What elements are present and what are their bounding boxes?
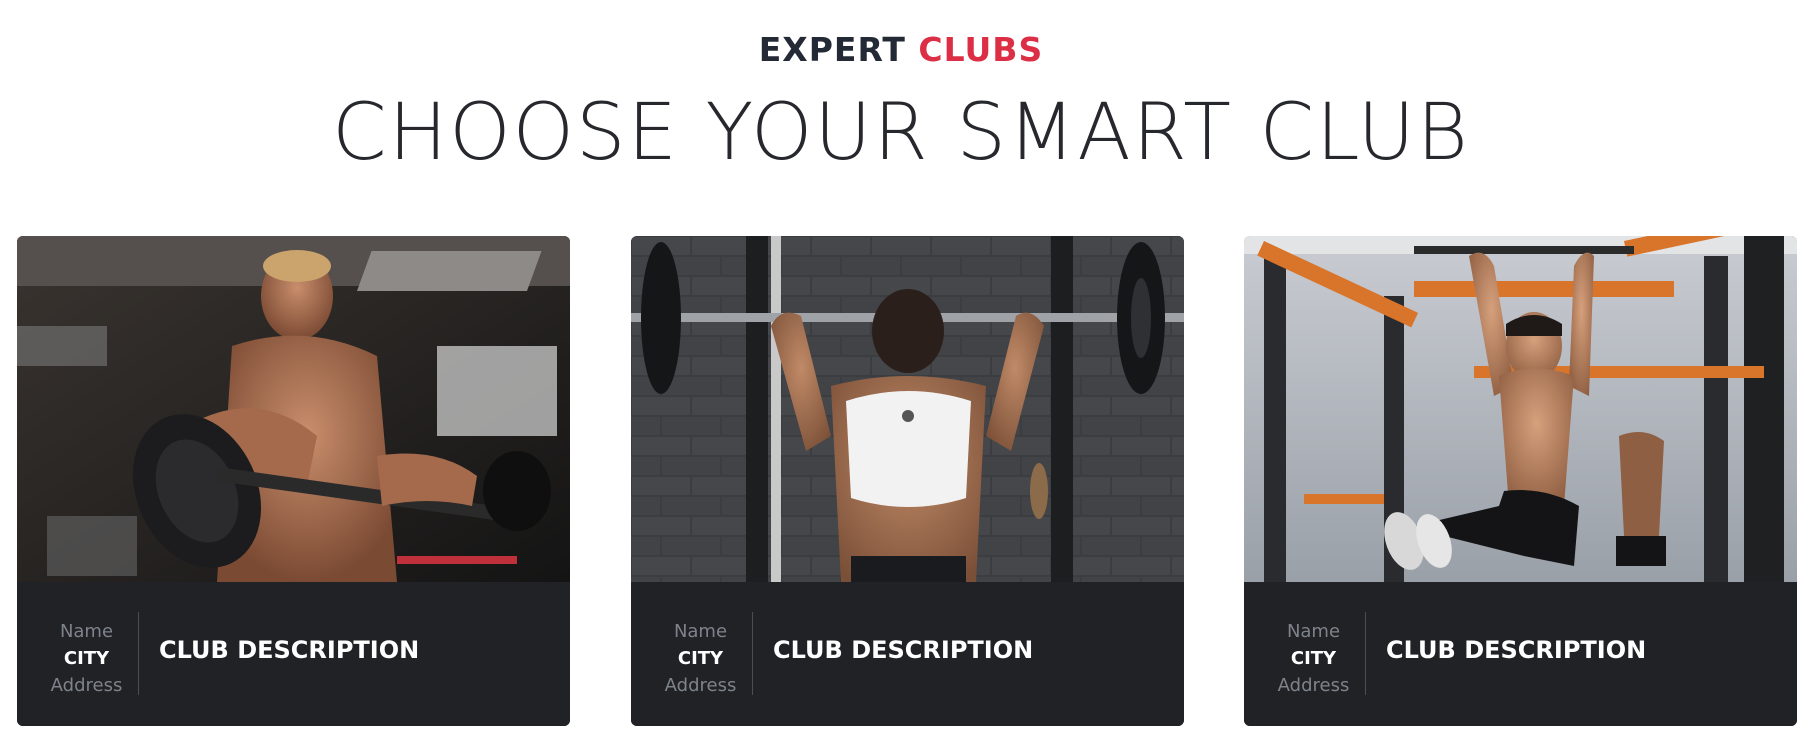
club-card-3[interactable]: Name CITY Address CLUB DESCRIPTION: [1244, 236, 1797, 726]
club-description[interactable]: CLUB DESCRIPTION: [773, 636, 1033, 664]
info-divider: [138, 612, 139, 695]
club-meta: Name CITY Address: [1256, 618, 1371, 699]
gym-photo-overhead-press-icon: [631, 236, 1184, 582]
club-photo[interactable]: [17, 236, 570, 582]
club-description[interactable]: CLUB DESCRIPTION: [1386, 636, 1646, 664]
page-title: CHOOSE YOUR SMART CLUB: [332, 88, 1470, 178]
info-divider: [1365, 612, 1366, 695]
club-name: Name: [1286, 621, 1341, 642]
section-eyebrow: EXPERT CLUBS: [0, 30, 1802, 69]
club-photo[interactable]: [631, 236, 1184, 582]
club-city: CITY: [677, 648, 724, 669]
club-city: CITY: [63, 648, 110, 669]
eyebrow-text: EXPERT: [758, 30, 906, 69]
club-card-2[interactable]: Name CITY Address CLUB DESCRIPTION: [631, 236, 1184, 726]
club-address: Address: [664, 675, 737, 696]
info-divider: [752, 612, 753, 695]
club-name: Name: [673, 621, 728, 642]
club-photo[interactable]: [1244, 236, 1797, 582]
club-name: Name: [59, 621, 114, 642]
eyebrow-accent-text: CLUBS: [918, 30, 1044, 69]
club-address: Address: [1277, 675, 1350, 696]
club-meta: Name CITY Address: [643, 618, 758, 699]
gym-photo-pullup-icon: [1244, 236, 1797, 582]
club-info-panel: Name CITY Address CLUB DESCRIPTION: [17, 582, 570, 726]
club-info-panel: Name CITY Address CLUB DESCRIPTION: [631, 582, 1184, 726]
club-card-1[interactable]: Name CITY Address CLUB DESCRIPTION: [17, 236, 570, 726]
club-info-panel: Name CITY Address CLUB DESCRIPTION: [1244, 582, 1797, 726]
gym-photo-curl-icon: [17, 236, 570, 582]
club-address: Address: [50, 675, 123, 696]
club-description[interactable]: CLUB DESCRIPTION: [159, 636, 419, 664]
club-meta: Name CITY Address: [29, 618, 144, 699]
club-city: CITY: [1290, 648, 1337, 669]
